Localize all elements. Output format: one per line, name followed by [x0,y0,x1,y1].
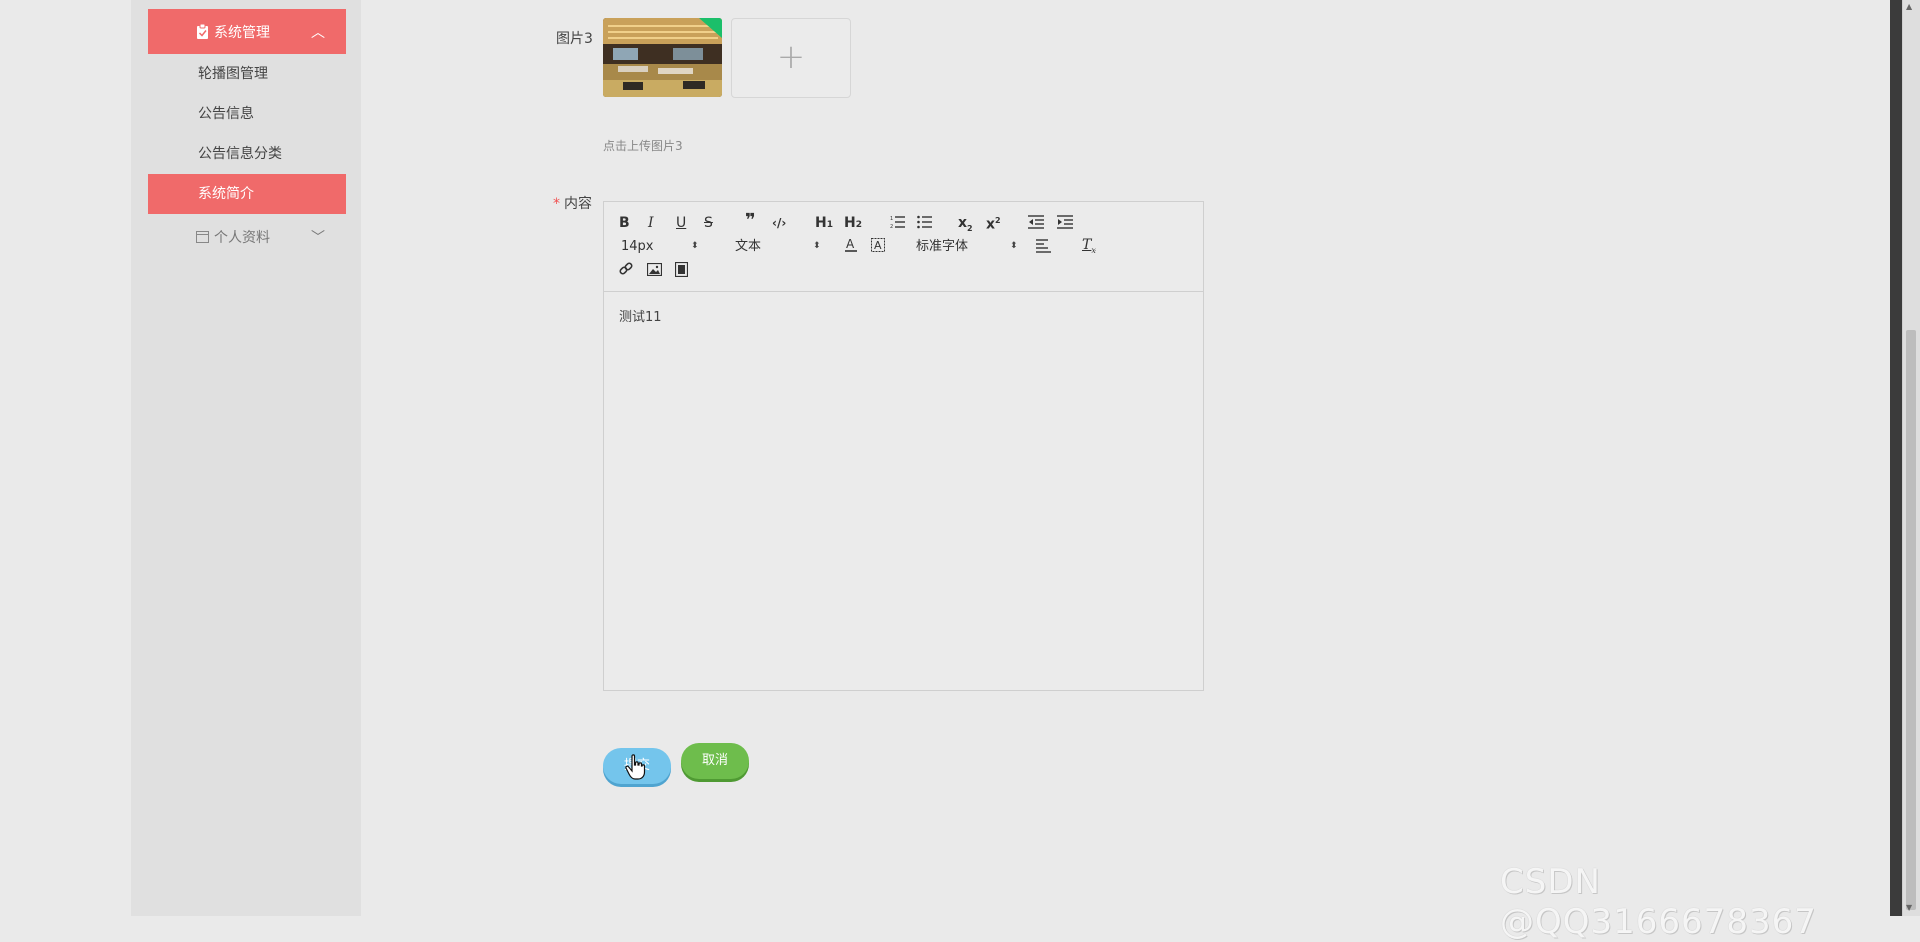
align-icon[interactable] [1036,239,1052,253]
content-label: * 内容 [553,193,592,213]
bold-icon[interactable]: B [619,214,630,232]
editor-content[interactable]: 测试11 [619,306,662,325]
editor-toolbar: B I U S ❞ ‹/› H1 H2 1 2 x2 x2 14px ⬍ 文本 … [604,202,1203,292]
heading2-icon[interactable]: H2 [844,214,862,234]
cancel-button[interactable]: 取消 [681,743,749,779]
calendar-icon [196,231,209,243]
office-photo [603,18,722,97]
svg-text:2: 2 [890,224,893,229]
background-color-icon[interactable]: A [871,237,885,253]
indent-icon[interactable] [1057,215,1073,229]
svg-text:A: A [846,237,855,251]
chevron-up-icon: ︿ [311,25,325,41]
image3-thumbnail[interactable] [603,18,722,97]
strikethrough-icon[interactable]: S [704,214,713,232]
content-label-text: 内容 [564,196,592,212]
watermark: CSDN @QQ3166678367 [1500,862,1817,942]
sidebar-item-system-intro[interactable]: 系统简介 [148,174,346,214]
required-mark: * [553,196,560,212]
sidebar-item-announcement-categories[interactable]: 公告信息分类 [148,134,346,174]
menu-system-management[interactable]: 系统管理 ︿ [148,9,346,54]
sidebar-item-carousel[interactable]: 轮播图管理 [148,54,346,94]
svg-text:A: A [874,239,882,252]
link-icon[interactable] [619,262,634,277]
sidebar-item-label: 公告信息分类 [198,146,282,162]
scroll-up-icon[interactable]: ▲ [1906,2,1912,11]
page-edge [1890,0,1902,916]
chevron-down-icon: ﹀ [311,230,325,246]
hand-cursor-icon [625,754,646,780]
menu-system-management-label: 系统管理 [214,25,270,41]
sidebar-item-label: 系统简介 [198,186,254,202]
select-arrow-icon: ⬍ [691,241,699,251]
font-size-value: 14px [621,239,654,254]
code-block-icon[interactable]: ‹/› [772,214,786,232]
image3-upload-button[interactable]: + [731,18,851,98]
select-arrow-icon: ⬍ [1010,241,1018,251]
bullet-list-icon[interactable] [917,215,933,229]
menu-profile[interactable]: 个人资料 ﹀ [148,218,346,258]
image3-hint: 点击上传图片3 [603,139,683,153]
clipboard-icon [197,24,208,39]
clear-format-icon[interactable]: Tx [1082,236,1096,260]
heading1-icon[interactable]: H1 [815,214,833,234]
rich-text-editor: B I U S ❞ ‹/› H1 H2 1 2 x2 x2 14px ⬍ 文本 … [603,201,1204,691]
subscript-icon[interactable]: x2 [958,214,973,238]
ordered-list-icon[interactable]: 1 2 [890,215,906,229]
italic-icon[interactable]: I [648,214,654,232]
font-color-icon[interactable]: A [844,237,858,253]
superscript-icon[interactable]: x2 [986,212,1001,234]
select-arrow-icon: ⬍ [813,241,821,251]
blockquote-icon[interactable]: ❞ [745,212,756,230]
header-select[interactable]: 文本 ⬍ [735,238,825,256]
image3-label: 图片3 [556,31,593,47]
sidebar-item-label: 轮播图管理 [198,66,268,82]
sidebar-item-announcements[interactable]: 公告信息 [148,94,346,134]
underline-icon[interactable]: U [676,214,686,232]
video-icon[interactable] [675,262,688,277]
font-family-select[interactable]: 标准字体 ⬍ [916,238,1018,256]
font-family-value: 标准字体 [916,239,969,254]
font-size-select[interactable]: 14px ⬍ [621,238,701,256]
scrollbar-thumb[interactable] [1906,330,1916,910]
header-value: 文本 [735,239,762,254]
outdent-icon[interactable] [1028,215,1044,229]
svg-text:1: 1 [890,216,893,222]
menu-profile-label: 个人资料 [214,230,270,246]
image-icon[interactable] [647,263,662,276]
plus-icon: + [776,37,806,77]
sidebar-item-label: 公告信息 [198,106,254,122]
